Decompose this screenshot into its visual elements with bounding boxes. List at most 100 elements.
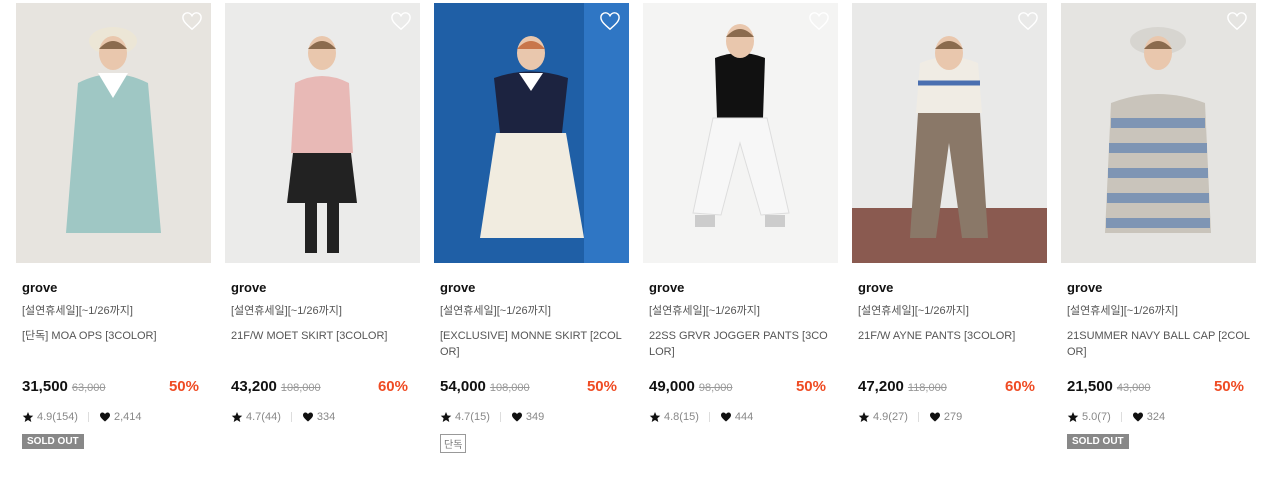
discount-rate: 60% xyxy=(377,378,408,395)
heart-icon xyxy=(1132,411,1144,423)
rating-text: 4.7(15) xyxy=(455,411,490,423)
review-meta: 5.0(7) 324 xyxy=(1067,410,1250,424)
discount-rate: 50% xyxy=(586,378,617,395)
sale-price: 43,200 xyxy=(231,378,277,395)
wishlist-heart-icon[interactable] xyxy=(390,11,412,31)
sale-price: 47,200 xyxy=(858,378,904,395)
star-icon xyxy=(22,411,34,423)
original-price: 43,000 xyxy=(1116,382,1151,394)
product-image[interactable] xyxy=(16,3,211,263)
discount-rate: 50% xyxy=(1213,378,1244,395)
price-row: 47,200 118,000 60% xyxy=(858,378,1041,398)
promo-label: [설연휴세일][~1/26까지] xyxy=(440,305,551,317)
rating-text: 4.9(154) xyxy=(37,411,78,423)
brand-name[interactable]: grove xyxy=(231,280,414,296)
promo-label: [설연휴세일][~1/26까지] xyxy=(22,305,133,317)
product-image[interactable] xyxy=(1061,3,1256,263)
product-card[interactable]: grove [설연휴세일][~1/26까지] [단독] MOA OPS [3CO… xyxy=(16,3,211,449)
product-photo-art xyxy=(16,3,211,263)
price-row: 31,500 63,000 50% xyxy=(22,378,205,398)
wishlist-heart-icon[interactable] xyxy=(1226,11,1248,31)
product-name[interactable]: 21SUMMER NAVY BALL CAP [2COLOR] xyxy=(1067,328,1250,368)
product-grid: grove [설연휴세일][~1/26까지] [단독] MOA OPS [3CO… xyxy=(0,0,1262,487)
product-photo-art xyxy=(1061,3,1256,263)
like-count: 444 xyxy=(734,411,754,423)
sale-price: 49,000 xyxy=(649,378,695,395)
wishlist-heart-icon[interactable] xyxy=(181,11,203,31)
product-image[interactable] xyxy=(434,3,629,263)
product-card[interactable]: grove [설연휴세일][~1/26까지] 21F/W MOET SKIRT … xyxy=(225,3,420,424)
original-price: 108,000 xyxy=(280,382,321,394)
product-card[interactable]: grove [설연휴세일][~1/26까지] 21F/W AYNE PANTS … xyxy=(852,3,1047,424)
product-image[interactable] xyxy=(225,3,420,263)
rating-text: 5.0(7) xyxy=(1082,411,1111,423)
like-count: 324 xyxy=(1146,411,1166,423)
discount-rate: 60% xyxy=(1004,378,1035,395)
price-row: 21,500 43,000 50% xyxy=(1067,378,1250,398)
like-count: 279 xyxy=(943,411,963,423)
discount-rate: 50% xyxy=(168,378,199,395)
rating-text: 4.8(15) xyxy=(664,411,699,423)
promo-label: [설연휴세일][~1/26까지] xyxy=(649,305,760,317)
product-name[interactable]: 21F/W AYNE PANTS [3COLOR] xyxy=(858,328,1041,368)
heart-icon xyxy=(99,411,111,423)
divider xyxy=(87,412,89,422)
heart-icon xyxy=(511,411,523,423)
rating-text: 4.7(44) xyxy=(246,411,281,423)
product-name[interactable]: [단독] MOA OPS [3COLOR] xyxy=(22,328,205,368)
product-name[interactable]: 22SS GRVR JOGGER PANTS [3COLOR] xyxy=(649,328,832,368)
divider xyxy=(1120,412,1122,422)
sold-out-badge: SOLD OUT xyxy=(1067,434,1129,449)
rating-text: 4.9(27) xyxy=(873,411,908,423)
wishlist-heart-icon[interactable] xyxy=(808,11,830,31)
product-photo-art xyxy=(852,3,1047,263)
product-name[interactable]: 21F/W MOET SKIRT [3COLOR] xyxy=(231,328,414,368)
brand-name[interactable]: grove xyxy=(858,280,1041,296)
original-price: 98,000 xyxy=(698,382,733,394)
wishlist-heart-icon[interactable] xyxy=(599,11,621,31)
star-icon xyxy=(440,411,452,423)
discount-rate: 50% xyxy=(795,378,826,395)
star-icon xyxy=(649,411,661,423)
star-icon xyxy=(1067,411,1079,423)
divider xyxy=(708,412,710,422)
price-row: 54,000 108,000 50% xyxy=(440,378,623,398)
like-count: 334 xyxy=(316,411,336,423)
heart-icon xyxy=(929,411,941,423)
star-icon xyxy=(231,411,243,423)
product-photo-art xyxy=(225,3,420,263)
brand-name[interactable]: grove xyxy=(22,280,205,296)
divider xyxy=(290,412,292,422)
wishlist-heart-icon[interactable] xyxy=(1017,11,1039,31)
review-meta: 4.8(15) 444 xyxy=(649,410,832,424)
price-row: 49,000 98,000 50% xyxy=(649,378,832,398)
sold-out-badge: SOLD OUT xyxy=(22,434,84,449)
price-row: 43,200 108,000 60% xyxy=(231,378,414,398)
like-count: 2,414 xyxy=(113,411,142,423)
brand-name[interactable]: grove xyxy=(440,280,623,296)
product-photo-art xyxy=(643,3,838,263)
review-meta: 4.7(15) 349 xyxy=(440,410,623,424)
sale-price: 54,000 xyxy=(440,378,486,395)
promo-label: [설연휴세일][~1/26까지] xyxy=(1067,305,1178,317)
divider xyxy=(499,412,501,422)
product-photo-art xyxy=(434,3,629,263)
original-price: 63,000 xyxy=(71,382,106,394)
product-name[interactable]: [EXCLUSIVE] MONNE SKIRT [2COLOR] xyxy=(440,328,623,368)
review-meta: 4.7(44) 334 xyxy=(231,410,414,424)
heart-icon xyxy=(720,411,732,423)
product-card[interactable]: grove [설연휴세일][~1/26까지] 22SS GRVR JOGGER … xyxy=(643,3,838,424)
promo-label: [설연휴세일][~1/26까지] xyxy=(231,305,342,317)
original-price: 108,000 xyxy=(489,382,530,394)
star-icon xyxy=(858,411,870,423)
heart-icon xyxy=(302,411,314,423)
original-price: 118,000 xyxy=(907,382,947,394)
brand-name[interactable]: grove xyxy=(1067,280,1250,296)
product-image[interactable] xyxy=(643,3,838,263)
product-card[interactable]: grove [설연휴세일][~1/26까지] 21SUMMER NAVY BAL… xyxy=(1061,3,1256,449)
product-image[interactable] xyxy=(852,3,1047,263)
like-count: 349 xyxy=(525,411,545,423)
promo-label: [설연휴세일][~1/26까지] xyxy=(858,305,969,317)
product-card[interactable]: grove [설연휴세일][~1/26까지] [EXCLUSIVE] MONNE… xyxy=(434,3,629,453)
brand-name[interactable]: grove xyxy=(649,280,832,296)
